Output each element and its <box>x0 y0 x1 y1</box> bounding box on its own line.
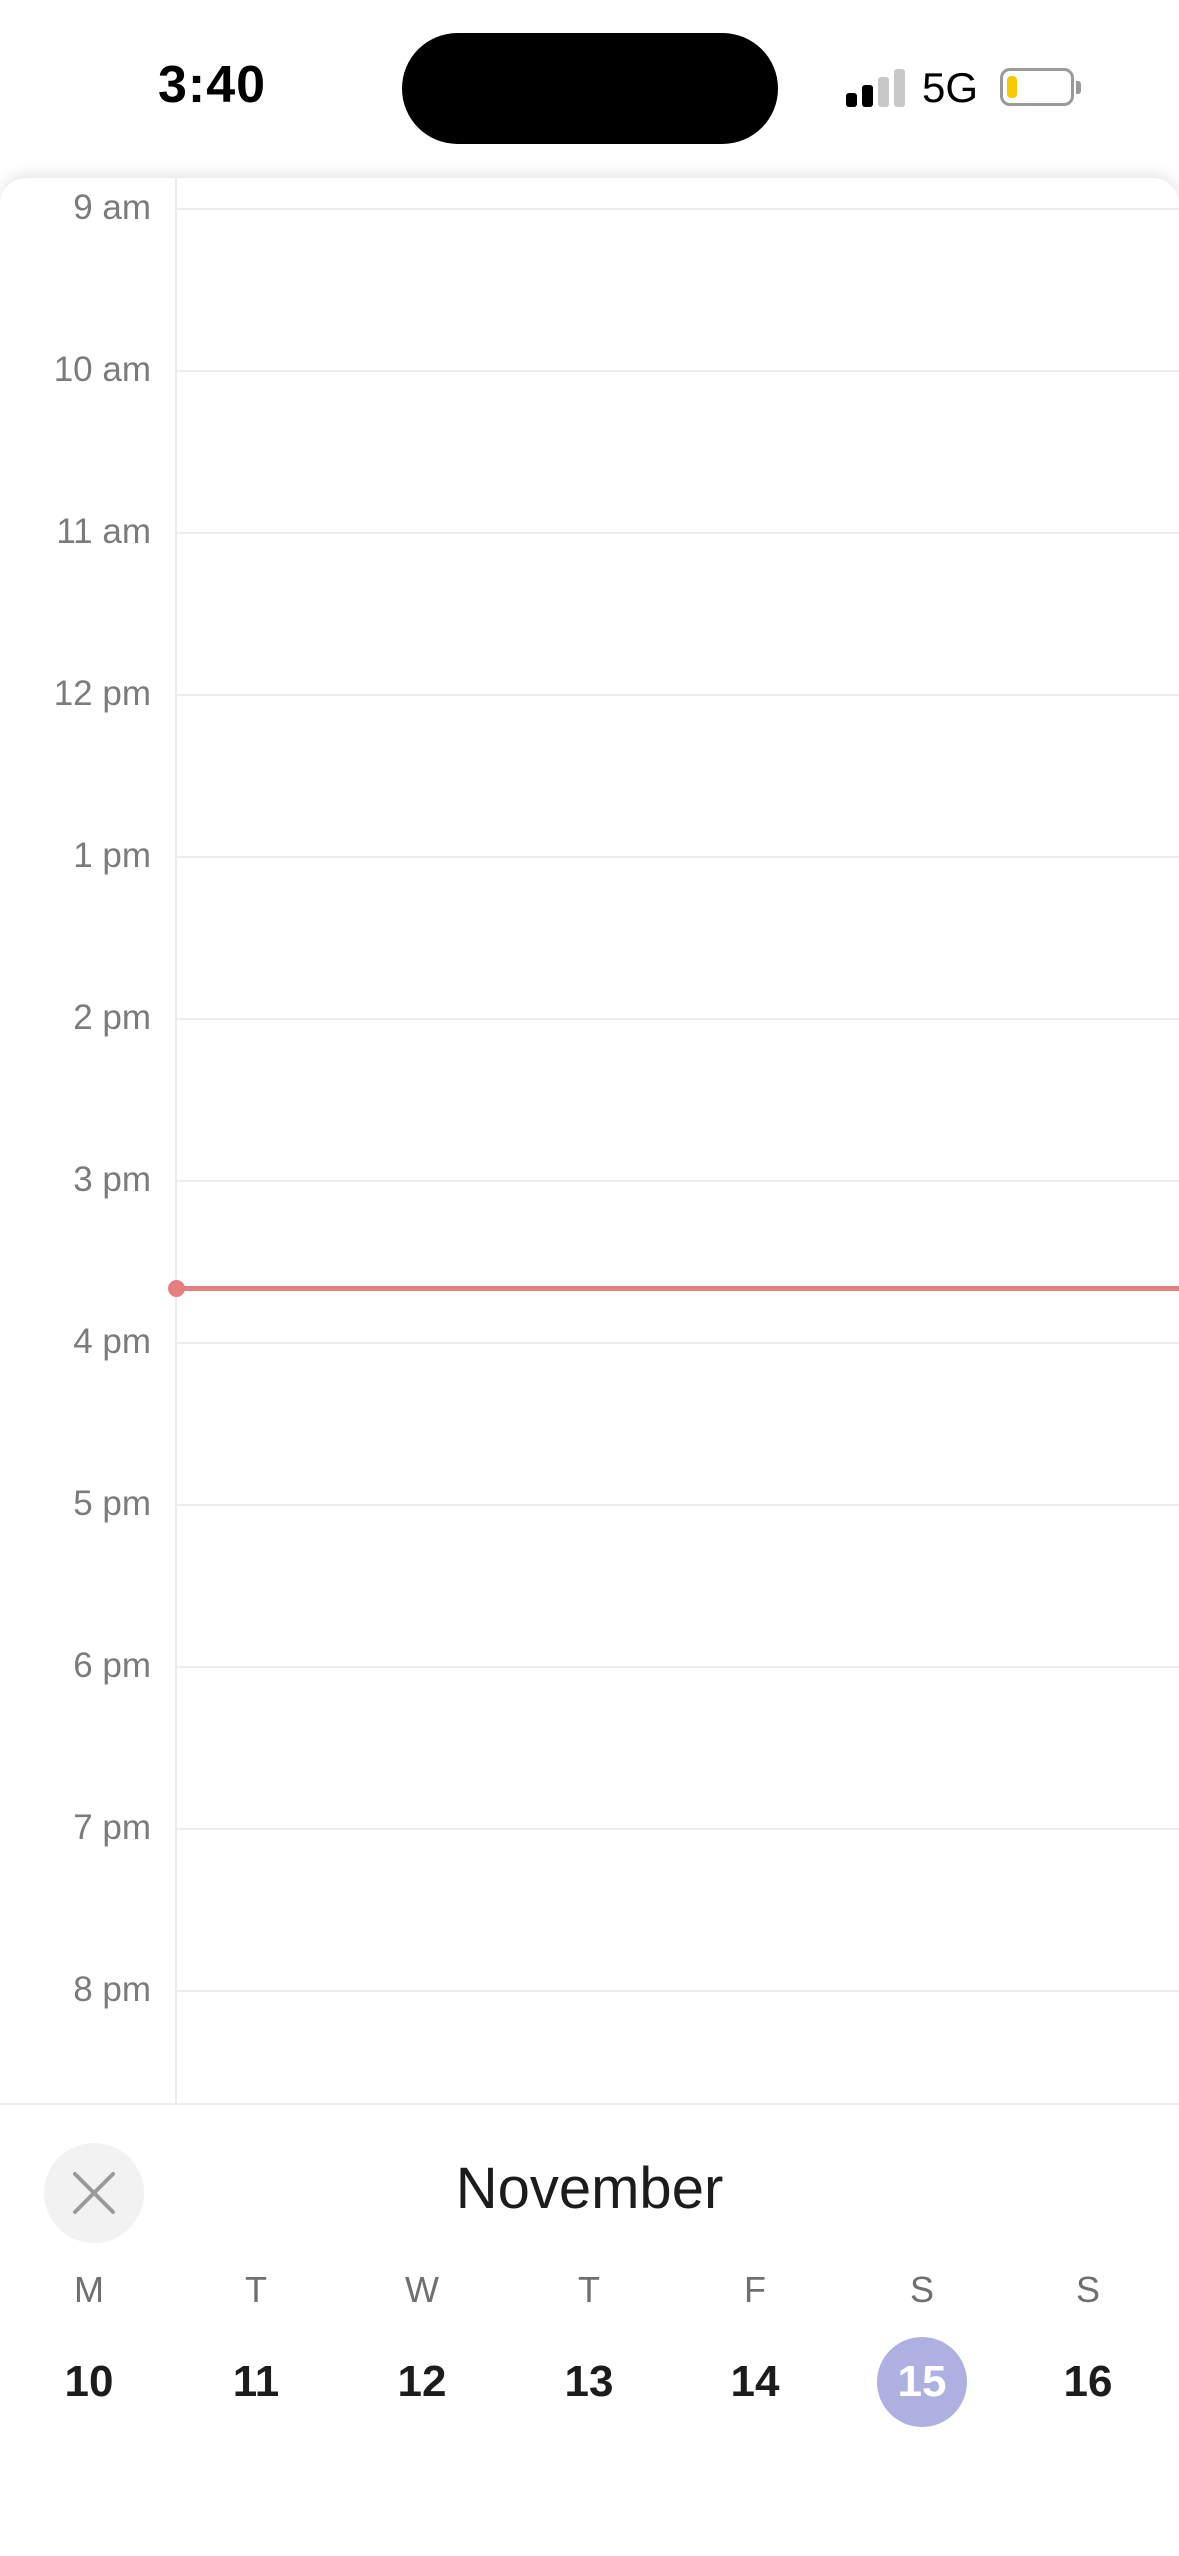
hour-gridline <box>177 1018 1179 1020</box>
status-bar: 3:40 5G <box>0 0 1179 175</box>
day-of-week-label: T <box>245 2269 267 2310</box>
status-time: 3:40 <box>158 56 267 114</box>
day-number[interactable]: 10 <box>44 2337 134 2427</box>
hour-gridline <box>177 1828 1179 1830</box>
dynamic-island <box>402 33 778 144</box>
network-type: 5G <box>922 64 979 111</box>
hour-label: 5 pm <box>73 1484 151 1523</box>
day-of-week-label: T <box>578 2269 600 2310</box>
hour-label: 7 pm <box>73 1808 151 1847</box>
hour-gridline <box>177 694 1179 696</box>
cellular-signal-icon <box>846 67 906 107</box>
hour-row: 6 pm <box>0 1646 1179 1685</box>
hour-label: 11 am <box>56 512 151 551</box>
hour-gridline <box>177 1504 1179 1506</box>
day-of-week-label: F <box>744 2269 766 2310</box>
hour-row: 5 pm <box>0 1484 1179 1523</box>
hour-gridline <box>177 856 1179 858</box>
week-picker: November M 10 T 11 W 12 T 13 F 14 S 15 S 16 <box>0 2103 1179 2556</box>
hour-row: 3 pm <box>0 1160 1179 1199</box>
hour-row: 1 pm <box>0 836 1179 875</box>
hour-gridline <box>177 532 1179 534</box>
hour-row: 12 pm <box>0 674 1179 713</box>
day-timeline[interactable]: 9 am 10 am 11 am 12 pm 1 pm 2 pm 3 pm 4 pm 5 pm 6… <box>0 178 1179 2103</box>
hour-label: 10 am <box>53 350 151 389</box>
hour-gridline <box>177 1990 1179 1992</box>
day-number[interactable]: 14 <box>710 2337 800 2427</box>
hour-row: 11 am <box>0 512 1179 551</box>
day-cell[interactable]: T 13 <box>529 2265 649 2427</box>
selected-day-number[interactable]: 15 <box>877 2337 967 2427</box>
time-column-divider <box>175 178 177 2103</box>
day-of-week-label: S <box>1075 2269 1100 2310</box>
hour-row: 4 pm <box>0 1322 1179 1361</box>
hour-gridline <box>177 1180 1179 1182</box>
day-of-week-label: M <box>74 2269 104 2310</box>
hour-row: 10 am <box>0 350 1179 389</box>
hour-label: 2 pm <box>73 998 151 1037</box>
month-title: November <box>455 2156 724 2221</box>
day-number[interactable]: 13 <box>544 2337 634 2427</box>
hour-row: 8 pm <box>0 1970 1179 2009</box>
hour-label: 9 am <box>73 188 151 227</box>
day-cell[interactable]: T 11 <box>196 2265 316 2427</box>
hour-gridline <box>177 1342 1179 1344</box>
hour-label: 4 pm <box>73 1322 151 1361</box>
hour-gridline <box>177 1666 1179 1668</box>
hour-row: 9 am <box>0 188 1179 227</box>
battery-icon <box>1000 68 1081 106</box>
day-number[interactable]: 12 <box>377 2337 467 2427</box>
day-of-week-label: W <box>405 2269 439 2310</box>
hour-label: 6 pm <box>73 1646 151 1685</box>
current-time-line <box>177 1286 1179 1291</box>
hour-label: 3 pm <box>73 1160 151 1199</box>
day-number[interactable]: 16 <box>1043 2337 1133 2427</box>
hour-row: 2 pm <box>0 998 1179 1037</box>
hour-row: 7 pm <box>0 1808 1179 1847</box>
day-cell[interactable]: S 16 <box>1028 2265 1148 2427</box>
day-cell[interactable]: M 10 <box>29 2265 149 2427</box>
hour-gridline <box>177 208 1179 210</box>
day-cell[interactable]: S 15 <box>862 2265 982 2427</box>
day-of-week-label: S <box>909 2269 934 2310</box>
hour-label: 12 pm <box>53 674 151 713</box>
day-cell[interactable]: F 14 <box>695 2265 815 2427</box>
hour-label: 1 pm <box>73 836 151 875</box>
hour-label: 8 pm <box>73 1970 151 2009</box>
day-number[interactable]: 11 <box>211 2337 301 2427</box>
hour-gridline <box>177 370 1179 372</box>
day-cell[interactable]: W 12 <box>362 2265 482 2427</box>
